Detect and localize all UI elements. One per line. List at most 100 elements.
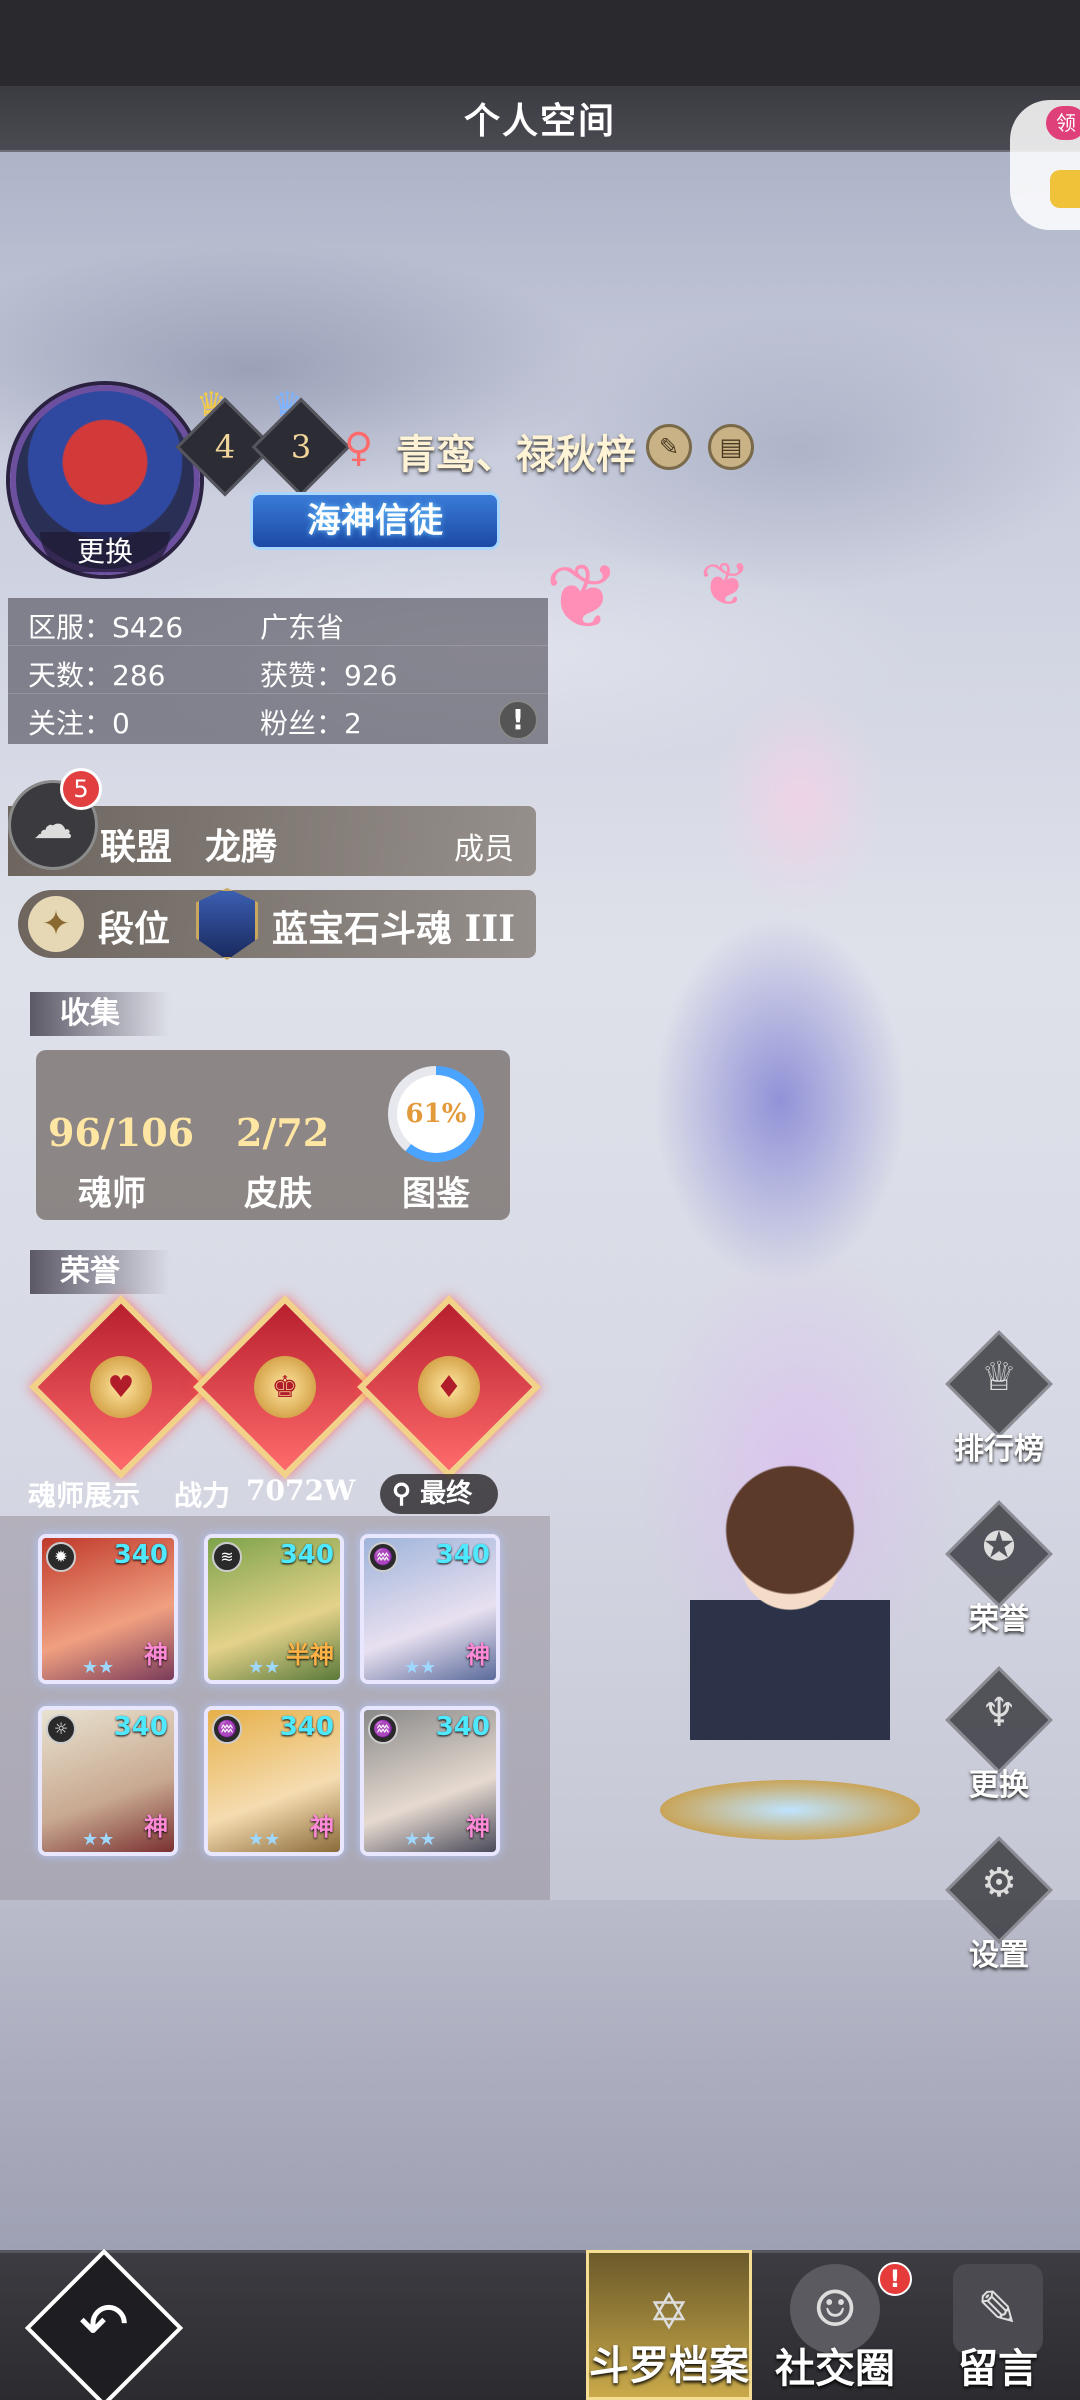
female-icon: ♀ bbox=[344, 425, 374, 471]
star-icon: ✦ bbox=[28, 896, 84, 952]
hero-tag: 神 bbox=[144, 1812, 168, 1841]
water-icon: ♒ bbox=[368, 1714, 398, 1744]
hero-card[interactable]: ≋ 340 半神 ★★ bbox=[204, 1534, 344, 1684]
leaderboard-label: 排行榜 bbox=[954, 1432, 1044, 1467]
rank-label: 段位 bbox=[98, 908, 171, 950]
search-icon: ⚲ bbox=[392, 1479, 412, 1509]
soul-master-count: 96/106 bbox=[48, 1110, 195, 1155]
hero-card[interactable]: ♒ 340 神 ★★ bbox=[204, 1706, 344, 1856]
document-icon[interactable]: ▤ bbox=[708, 424, 754, 470]
tab-label: 社交圈 bbox=[775, 2345, 895, 2392]
star-icon: ★★ bbox=[248, 1657, 281, 1678]
honor-button[interactable]: ✪ 荣誉 bbox=[944, 1500, 1054, 1637]
stats-row: 天数：286 获赞：926 bbox=[8, 646, 548, 694]
chibi-character[interactable] bbox=[690, 1440, 890, 1780]
alliance-role: 成员 bbox=[454, 832, 514, 867]
stats-row: 区服：S426 广东省 bbox=[8, 598, 548, 646]
trident-icon: ♆ bbox=[981, 1690, 1017, 1736]
hero-card[interactable]: ✹ 340 神 ★★ bbox=[38, 1534, 178, 1684]
hero-tag: 半神 bbox=[286, 1640, 334, 1669]
settings-label: 设置 bbox=[969, 1938, 1029, 1973]
star-icon: ★★ bbox=[248, 1829, 281, 1850]
tab-label: 留言 bbox=[958, 2345, 1038, 2392]
pencil-icon[interactable]: ✎ bbox=[646, 424, 692, 470]
honor-section-title: 荣誉 bbox=[30, 1250, 170, 1294]
light-icon: ☼ bbox=[46, 1714, 76, 1744]
reward-widget[interactable]: 领 bbox=[1010, 100, 1080, 230]
hero-tag: 神 bbox=[144, 1640, 168, 1669]
following-text[interactable]: 关注：0 bbox=[28, 702, 130, 742]
crown-emblem-icon[interactable]: ♚ bbox=[193, 1295, 377, 1479]
tab-label: 斗罗档案 bbox=[589, 2342, 749, 2389]
server-text: 区服：S426 bbox=[28, 611, 184, 644]
star-icon: ★★ bbox=[82, 1829, 115, 1850]
hero-card[interactable]: ☼ 340 神 ★★ bbox=[38, 1706, 178, 1856]
butterfly-icon: ❦ bbox=[700, 550, 751, 620]
hero-level: 340 bbox=[435, 1712, 490, 1742]
star-icon: ★★ bbox=[404, 1829, 437, 1850]
showcase-search-button[interactable]: ⚲ 最终 bbox=[380, 1474, 498, 1514]
atlas-label[interactable]: 图鉴 bbox=[402, 1166, 470, 1215]
hero-tag: 神 bbox=[466, 1640, 490, 1669]
water-icon: ♒ bbox=[368, 1542, 398, 1572]
hero-level: 340 bbox=[435, 1540, 490, 1570]
hero-card[interactable]: ♒ 340 神 ★★ bbox=[360, 1534, 500, 1684]
fans-text[interactable]: 粉丝：2 bbox=[260, 702, 362, 742]
back-arrow-icon[interactable]: ↶ bbox=[48, 2290, 160, 2360]
flame-emblem-icon[interactable]: ♦ bbox=[357, 1295, 541, 1479]
player-name: 青鸾、禄秋梓 bbox=[396, 431, 636, 478]
atlas-percent: 61% bbox=[397, 1075, 475, 1153]
hero-level: 340 bbox=[279, 1712, 334, 1742]
rank-badge-value: 3 bbox=[290, 428, 312, 466]
title-banner[interactable]: 海神信徒 bbox=[250, 492, 500, 550]
stats-table: 区服：S426 广东省 天数：286 获赞：926 关注：0 粉丝：2 ! bbox=[8, 598, 548, 744]
hero-tag: 神 bbox=[466, 1812, 490, 1841]
search-label: 最终 bbox=[420, 1479, 473, 1509]
skin-label[interactable]: 皮肤 bbox=[244, 1166, 312, 1215]
swap-button[interactable]: ♆ 更换 bbox=[944, 1666, 1054, 1803]
honor-label: 荣誉 bbox=[969, 1602, 1029, 1637]
settings-button[interactable]: ⚙ 设置 bbox=[944, 1836, 1054, 1973]
fire-icon: ✹ bbox=[46, 1542, 76, 1572]
hero-level: 340 bbox=[113, 1712, 168, 1742]
hero-level: 340 bbox=[279, 1540, 334, 1570]
alliance-label: 联盟 bbox=[100, 826, 173, 868]
days-text: 天数：286 bbox=[28, 659, 166, 692]
atlas-progress-ring[interactable]: 61% bbox=[388, 1066, 484, 1162]
chibi-pedestal bbox=[660, 1780, 920, 1840]
stats-row: 关注：0 粉丝：2 bbox=[8, 694, 548, 742]
rank-badge-value: 4 bbox=[214, 428, 236, 466]
rank-name: 蓝宝石斗魂 III bbox=[272, 908, 516, 950]
tab-message-board[interactable]: ✎ 留言 bbox=[928, 2250, 1068, 2400]
showcase-title: 魂师展示 bbox=[28, 1479, 141, 1512]
soul-master-label[interactable]: 魂师 bbox=[78, 1166, 146, 1215]
tab-douluo-archive[interactable]: ✡ 斗罗档案 bbox=[586, 2250, 752, 2400]
hero-level: 340 bbox=[113, 1540, 168, 1570]
skin-count: 2/72 bbox=[236, 1110, 330, 1155]
province-text: 广东省 bbox=[260, 611, 345, 644]
power-value: 7072W bbox=[246, 1474, 356, 1507]
leaderboard-button[interactable]: ♕ 排行榜 bbox=[944, 1330, 1054, 1467]
info-button[interactable]: ! bbox=[498, 700, 538, 740]
gear-icon: ⚙ bbox=[981, 1860, 1017, 1906]
likes-text: 获赞：926 bbox=[260, 659, 398, 692]
medal-icon: ✪ bbox=[982, 1524, 1016, 1570]
star-icon: ★★ bbox=[82, 1657, 115, 1678]
wind-icon: ≋ bbox=[212, 1542, 242, 1572]
page-title: 个人空间 bbox=[0, 86, 1080, 152]
gift-icon[interactable] bbox=[1050, 170, 1080, 208]
trophy-icon: ♕ bbox=[981, 1354, 1017, 1400]
water-icon: ♒ bbox=[212, 1714, 242, 1744]
status-bar bbox=[0, 0, 1080, 86]
swap-label: 更换 bbox=[969, 1768, 1029, 1803]
avatar-change-button[interactable]: 更换 bbox=[40, 532, 170, 572]
reward-pill[interactable]: 领 bbox=[1046, 106, 1080, 140]
chat-unread-badge: 5 bbox=[60, 768, 102, 810]
hero-card[interactable]: ♒ 340 神 ★★ bbox=[360, 1706, 500, 1856]
hero-tag: 神 bbox=[310, 1812, 334, 1841]
power-label: 战力 bbox=[174, 1479, 231, 1512]
alliance-name[interactable]: 龙腾 bbox=[205, 818, 277, 870]
page-title-text: 个人空间 bbox=[463, 100, 616, 142]
star-icon: ★★ bbox=[404, 1657, 437, 1678]
heart-emblem-icon[interactable]: ♥ bbox=[29, 1295, 213, 1479]
